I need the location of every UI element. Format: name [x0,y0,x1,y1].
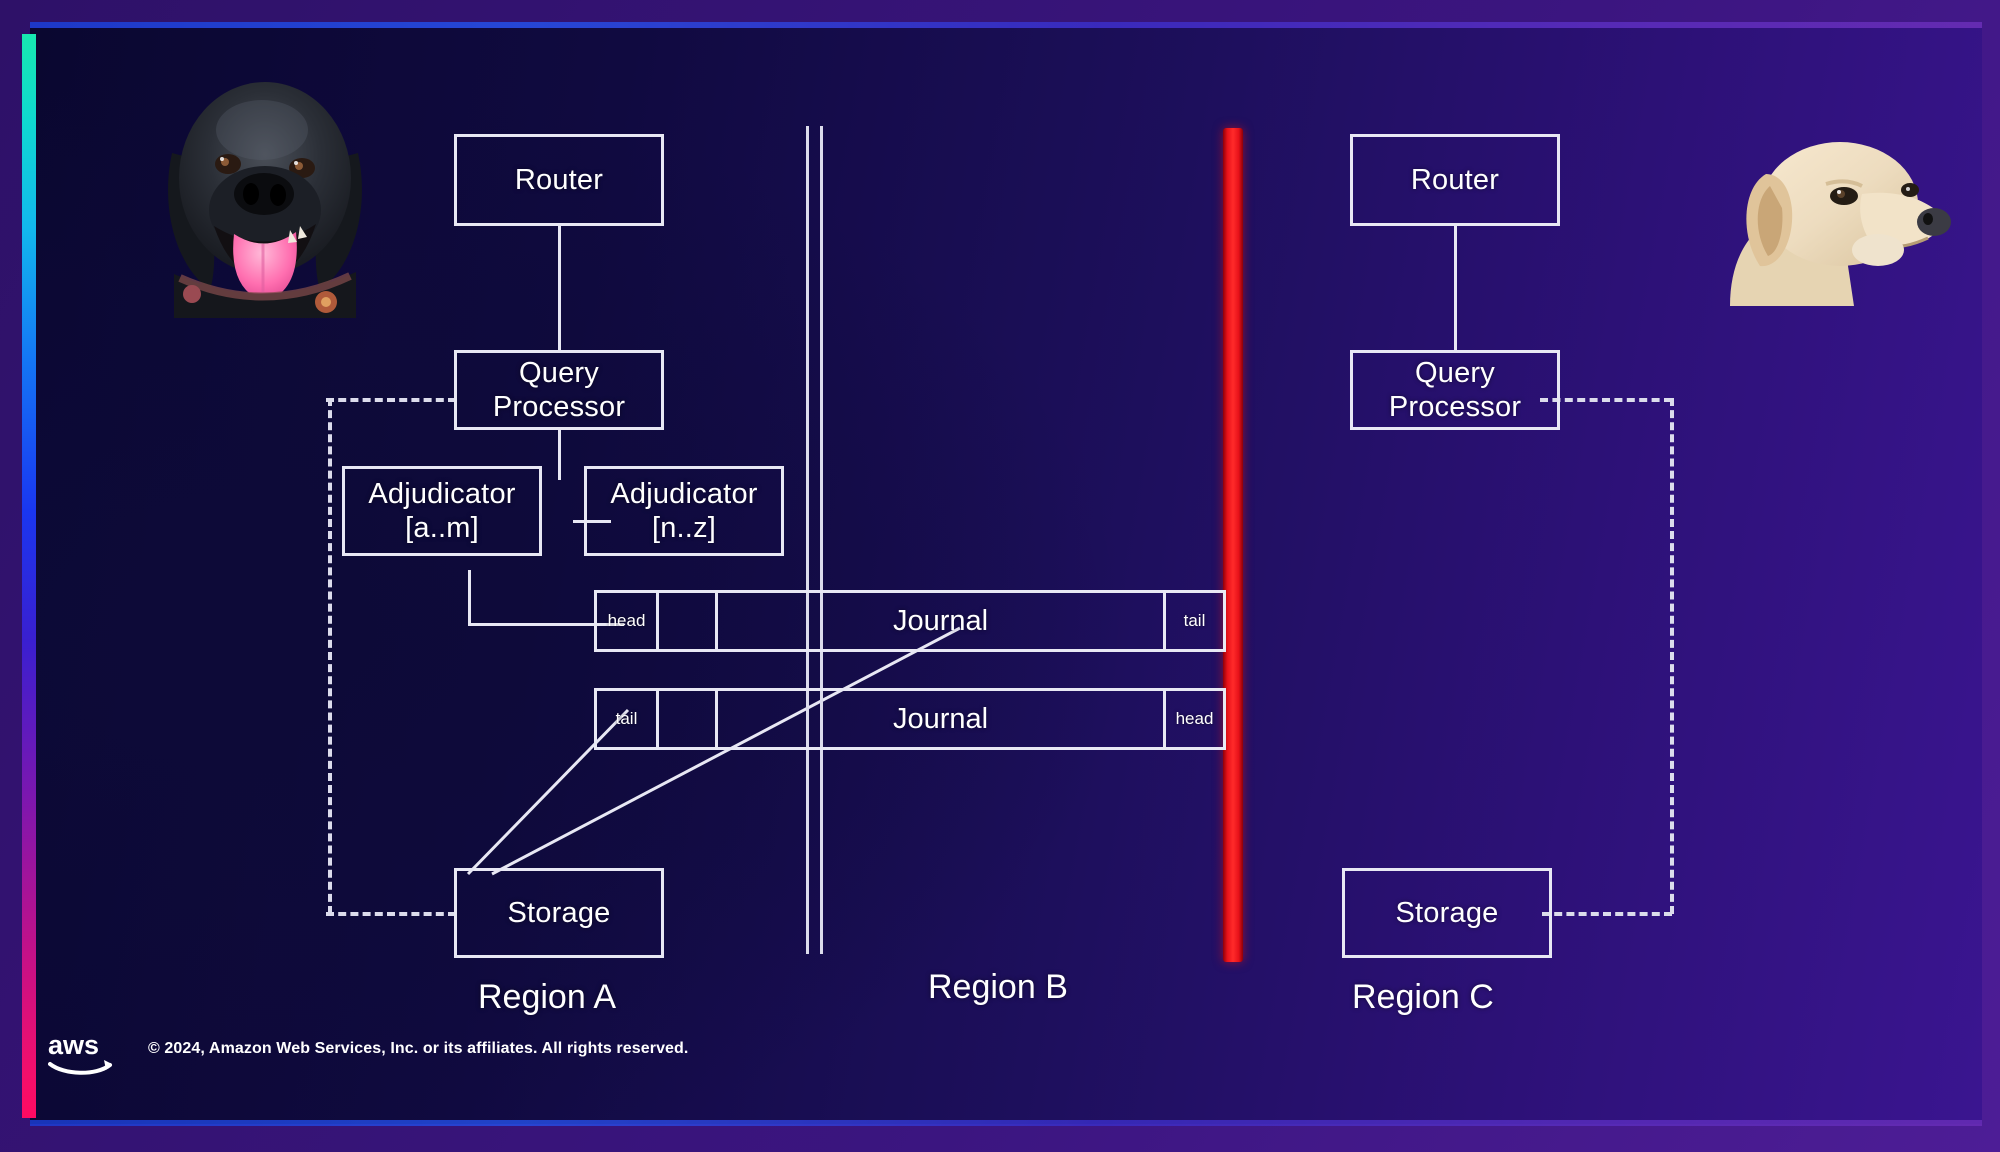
adjudicator-n-z-range: [n..z] [651,512,717,544]
svg-text:aws: aws [48,1030,99,1060]
dashed-spine-to-storage-a [326,912,456,916]
journal-bottom-spacer [659,691,718,747]
query-processor-box-region-a[interactable]: Query Processor [454,350,664,430]
query-processor-label-line2-a: Processor [492,391,626,423]
query-processor-label-line1-a: Query [519,356,599,389]
router-label-a: Router [514,163,604,196]
bottom-accent-bar [30,1120,1982,1126]
top-accent-bar [30,22,1982,28]
dashed-qp-to-spine-a [326,398,456,402]
dashed-spine-to-storage-c [1542,912,1672,916]
copyright-text: © 2024, Amazon Web Services, Inc. or its… [148,1040,689,1057]
dashed-left-spine-a [328,398,332,914]
journal-top-spacer [659,593,718,649]
journal-top-label: Journal [892,604,989,637]
connector-adj-left-down [468,570,471,625]
journal-top-head-label: head [607,611,646,630]
journal-bar-top[interactable]: head Journal tail [594,590,1226,652]
router-box-region-c[interactable]: Router [1350,134,1560,226]
storage-box-region-c[interactable]: Storage [1342,868,1552,958]
connector-router-to-qp-a [558,226,561,350]
adjudicator-box-a-m[interactable]: Adjudicator [a..m] [342,466,542,556]
adjudicator-a-m-label: Adjudicator [368,477,516,510]
router-box-region-a[interactable]: Router [454,134,664,226]
journal-bar-bottom[interactable]: tail Journal head [594,688,1226,750]
adjudicator-box-n-z[interactable]: Adjudicator [n..z] [584,466,784,556]
journal-bottom-head-label: head [1175,709,1214,728]
storage-label-a: Storage [507,896,611,929]
storage-label-c: Storage [1395,896,1499,929]
connector-router-to-qp-c [1454,226,1457,350]
adjudicator-n-z-label: Adjudicator [610,477,758,510]
black-labrador-photo [150,58,380,318]
journal-bottom-tail-cell[interactable]: tail [597,691,659,747]
adjudicator-a-m-range: [a..m] [405,512,479,544]
journal-top-body: Journal [718,593,1163,649]
region-label-c: Region C [1352,978,1494,1016]
region-label-a: Region A [478,978,616,1016]
aws-logo: aws [48,1028,114,1080]
journal-bottom-tail-label: tail [615,709,638,728]
journal-top-head-cell[interactable]: head [597,593,659,649]
region-b-divider-line-right [820,126,823,954]
journal-bottom-label: Journal [892,702,989,735]
slide-canvas: Router Query Processor Adjudicator [a..m… [30,28,1982,1124]
connector-qp-stub-a [558,428,561,480]
router-label-c: Router [1410,163,1500,196]
journal-bottom-head-cell[interactable]: head [1163,691,1223,747]
dashed-right-spine-c [1670,398,1674,914]
storage-box-region-a[interactable]: Storage [454,868,664,958]
yellow-labrador-photo [1722,116,1952,306]
query-processor-box-region-c[interactable]: Query Processor [1350,350,1560,430]
query-processor-label-line2-c: Processor [1388,391,1522,423]
journal-bottom-body: Journal [718,691,1163,747]
region-b-divider-line-left [806,126,809,954]
region-label-b: Region B [928,968,1068,1006]
journal-top-tail-label: tail [1183,611,1206,630]
region-separator-red-bar [1223,128,1243,962]
left-gradient-rail [22,34,36,1118]
journal-top-tail-cell[interactable]: tail [1163,593,1223,649]
query-processor-label-line1-c: Query [1415,356,1495,389]
slide-stage: Router Query Processor Adjudicator [a..m… [0,0,2000,1152]
